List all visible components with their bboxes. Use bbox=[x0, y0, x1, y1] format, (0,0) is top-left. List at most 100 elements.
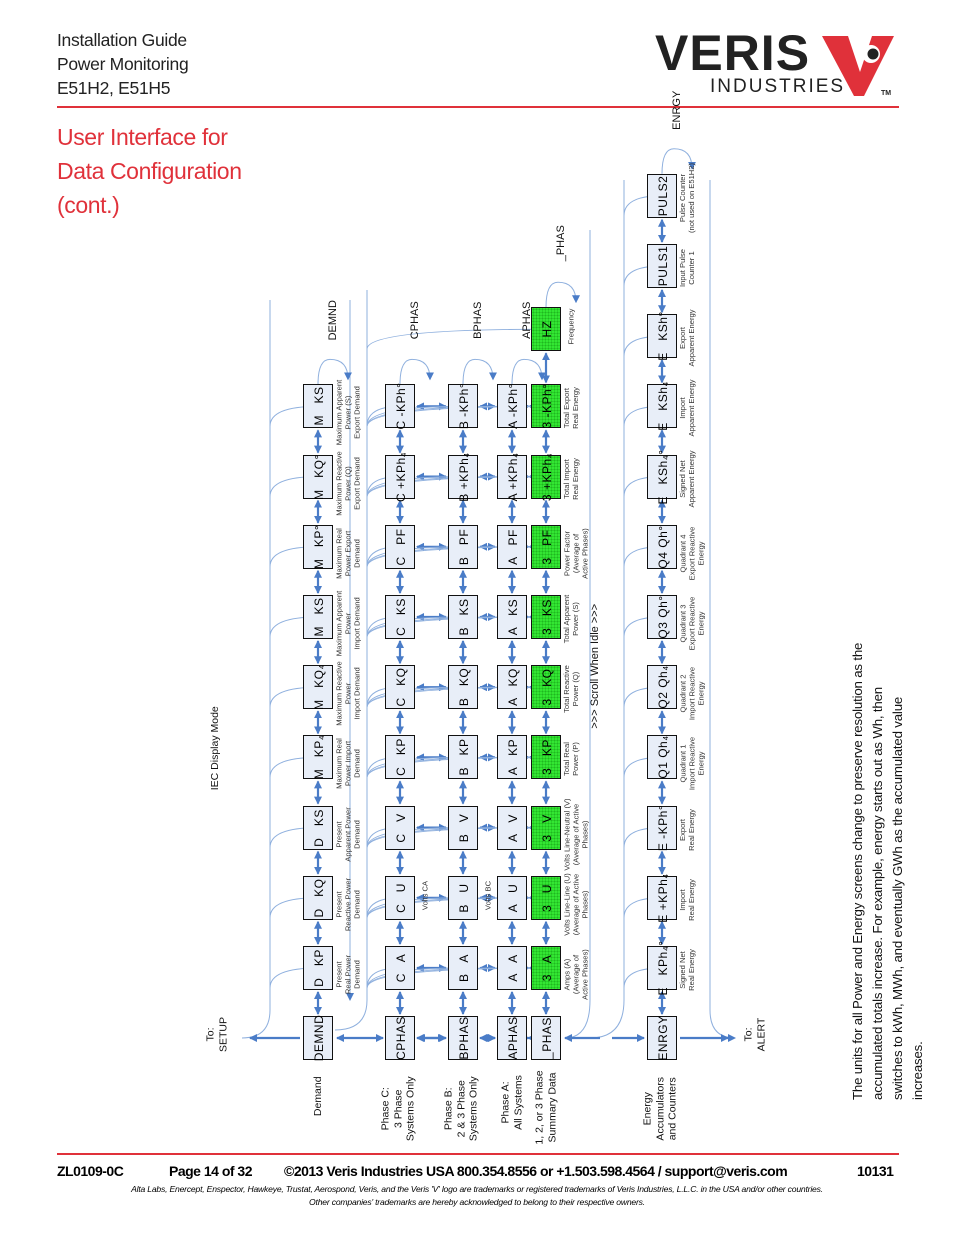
scroll-when-idle-label: >>> Scroll When Idle >>> bbox=[588, 603, 601, 729]
screen-code: C -KPh° bbox=[394, 382, 408, 430]
screen-code: A +KPh₄ bbox=[506, 452, 520, 501]
screen-code: D KP bbox=[312, 949, 326, 987]
screen-description: Volts BC bbox=[484, 845, 493, 945]
screen-code: M KP° bbox=[312, 524, 326, 569]
screen-demand-0[interactable]: D KP bbox=[303, 946, 333, 990]
screen-aphas-3[interactable]: A KP bbox=[497, 735, 527, 780]
screen-aphas-4[interactable]: A KQ bbox=[497, 665, 527, 710]
screen-code: PULS1 bbox=[656, 245, 670, 287]
screen-code: E -KPh° bbox=[656, 804, 670, 851]
screen-demand-5[interactable]: M KS bbox=[303, 595, 333, 639]
screen-aphas-1[interactable]: A U bbox=[497, 875, 527, 920]
screen-energy-11[interactable]: PULS2 bbox=[647, 173, 677, 218]
screen-code: Q2 Qh₄ bbox=[656, 665, 670, 709]
screen-code: A KP bbox=[506, 739, 520, 776]
to-setup-line: SETUP bbox=[217, 1017, 229, 1053]
screen-code: B A bbox=[457, 954, 471, 982]
screen-summary-4[interactable]: 3 KQ bbox=[531, 665, 561, 710]
screen-cphas-3[interactable]: C KP bbox=[385, 735, 415, 780]
screen-summary-5[interactable]: 3 KS bbox=[531, 595, 561, 639]
screen-code: B PF bbox=[457, 528, 471, 565]
screen-energy-3[interactable]: Q1 Qh₄ bbox=[647, 735, 677, 780]
screen-description-line: Phases) bbox=[580, 820, 590, 849]
screen-code: M KP₄ bbox=[312, 735, 326, 780]
screen-summary-2[interactable]: 3 V bbox=[531, 805, 561, 850]
screen-code: E KPh₄° bbox=[656, 940, 670, 996]
screen-code: 3 PF bbox=[540, 529, 554, 565]
return-path bbox=[241, 300, 271, 1039]
screen-demand-2[interactable]: D KS bbox=[303, 805, 333, 850]
screen-energy-6[interactable]: Q4 Qh° bbox=[647, 524, 677, 569]
screen-energy-4[interactable]: Q2 Qh₄ bbox=[647, 665, 677, 710]
screen-description-line: Frequency bbox=[566, 308, 576, 345]
screen-cphas-8[interactable]: C -KPh° bbox=[385, 383, 415, 430]
screen-demand-1[interactable]: D KQ bbox=[303, 875, 333, 920]
screen-summary-0[interactable]: 3 A bbox=[531, 946, 561, 990]
screen-aphas-8[interactable]: A -KPh° bbox=[497, 384, 527, 429]
trademark-notice-other: Other companies' trademarks are hereby a… bbox=[309, 1197, 645, 1207]
screen-bphas-6[interactable]: B PF bbox=[448, 524, 478, 569]
screen-demand-3[interactable]: M KP₄ bbox=[303, 735, 333, 780]
screen-code: A V bbox=[506, 813, 520, 842]
screen-demand-6[interactable]: M KP° bbox=[303, 525, 333, 569]
screen-summary-3[interactable]: 3 KP bbox=[531, 735, 561, 780]
screen-bphas-1[interactable]: B U bbox=[448, 875, 478, 920]
screen-cphas-5[interactable]: C KS bbox=[385, 595, 415, 639]
screen-cphas-4[interactable]: C KQ bbox=[385, 665, 415, 710]
screen-bphas-2[interactable]: B V bbox=[448, 805, 478, 850]
screen-aphas-2[interactable]: A V bbox=[497, 805, 527, 850]
screen-code: C U bbox=[394, 882, 408, 913]
screen-summary-7[interactable]: 3 +KPh₄ bbox=[531, 453, 561, 501]
screen-energy-2[interactable]: E -KPh° bbox=[647, 804, 677, 851]
screen-code: 3 A bbox=[540, 954, 554, 982]
screen-demand-7[interactable]: M KQ° bbox=[303, 454, 333, 499]
screen-cphas-6[interactable]: C PF bbox=[385, 524, 415, 569]
screen-code: B KS bbox=[457, 598, 471, 636]
page-number: Page 14 of 32 bbox=[169, 1163, 253, 1179]
screen-bphas-5[interactable]: B KS bbox=[448, 595, 478, 639]
doc-code: 10131 bbox=[857, 1163, 894, 1179]
screen-aphas-7[interactable]: A +KPh₄ bbox=[497, 452, 527, 501]
screen-code: Q1 Qh₄ bbox=[656, 735, 670, 780]
screen-code: B +KPh₄ bbox=[457, 451, 471, 502]
screen-cphas-7[interactable]: C +KPh₄ bbox=[385, 452, 415, 502]
screen-energy-0[interactable]: E KPh₄° bbox=[647, 941, 677, 995]
screen-aphas-0[interactable]: A A bbox=[497, 946, 527, 990]
screen-summary-8[interactable]: 3 -KPh° bbox=[531, 384, 561, 429]
screen-bphas-8[interactable]: B -KPh° bbox=[448, 383, 478, 430]
screen-bphas-3[interactable]: B KP bbox=[448, 735, 478, 780]
screen-bphas-0[interactable]: B A bbox=[448, 946, 478, 990]
screen-description-line: Pulse Counter bbox=[678, 173, 687, 222]
screen-description-line: Energy bbox=[696, 541, 706, 566]
screen-code: PULS2 bbox=[656, 175, 670, 217]
screen-summary-6[interactable]: 3 PF bbox=[531, 524, 561, 569]
screen-cphas-2[interactable]: C V bbox=[385, 805, 415, 850]
screen-summary-9[interactable]: HZ bbox=[531, 307, 561, 352]
screen-energy-10[interactable]: PULS1 bbox=[647, 244, 677, 288]
screen-code: HZ bbox=[540, 320, 554, 338]
screen-summary-1[interactable]: 3 U bbox=[531, 875, 561, 920]
menu-demand-label-line: Demand bbox=[311, 1076, 324, 1117]
screen-cphas-1[interactable]: C U bbox=[385, 875, 415, 920]
screen-code: A U bbox=[506, 883, 520, 913]
menu-demand-label: Demand bbox=[312, 1031, 325, 1161]
screen-aphas-5[interactable]: A KS bbox=[497, 595, 527, 639]
screen-energy-1[interactable]: E +KPh₄ bbox=[647, 873, 677, 923]
screen-code: A A bbox=[506, 954, 520, 982]
screen-aphas-6[interactable]: A PF bbox=[497, 524, 527, 569]
screen-description-line: Volts BC bbox=[483, 880, 493, 910]
screen-demand-8[interactable]: M KS bbox=[303, 384, 333, 429]
screen-energy-8[interactable]: E KSh₄ bbox=[647, 382, 677, 431]
screen-demand-4[interactable]: M KQ₄ bbox=[303, 664, 333, 710]
screen-code: E KSh° bbox=[656, 311, 670, 361]
screen-bphas-7[interactable]: B +KPh₄ bbox=[448, 452, 478, 501]
screen-description-line: Active Phases) bbox=[580, 527, 590, 579]
screen-energy-7[interactable]: E KSh₄° bbox=[647, 449, 677, 504]
screen-energy-5[interactable]: Q3 Qh° bbox=[647, 595, 677, 639]
screen-description: Maximum Apparent Power (S) Export Demand bbox=[335, 363, 362, 463]
screen-cphas-0[interactable]: C A bbox=[385, 946, 415, 990]
screen-code: E KSh₄ bbox=[656, 381, 670, 432]
screen-energy-9[interactable]: E KSh° bbox=[647, 311, 677, 361]
return-path bbox=[709, 180, 736, 1042]
screen-bphas-4[interactable]: B KQ bbox=[448, 665, 478, 710]
